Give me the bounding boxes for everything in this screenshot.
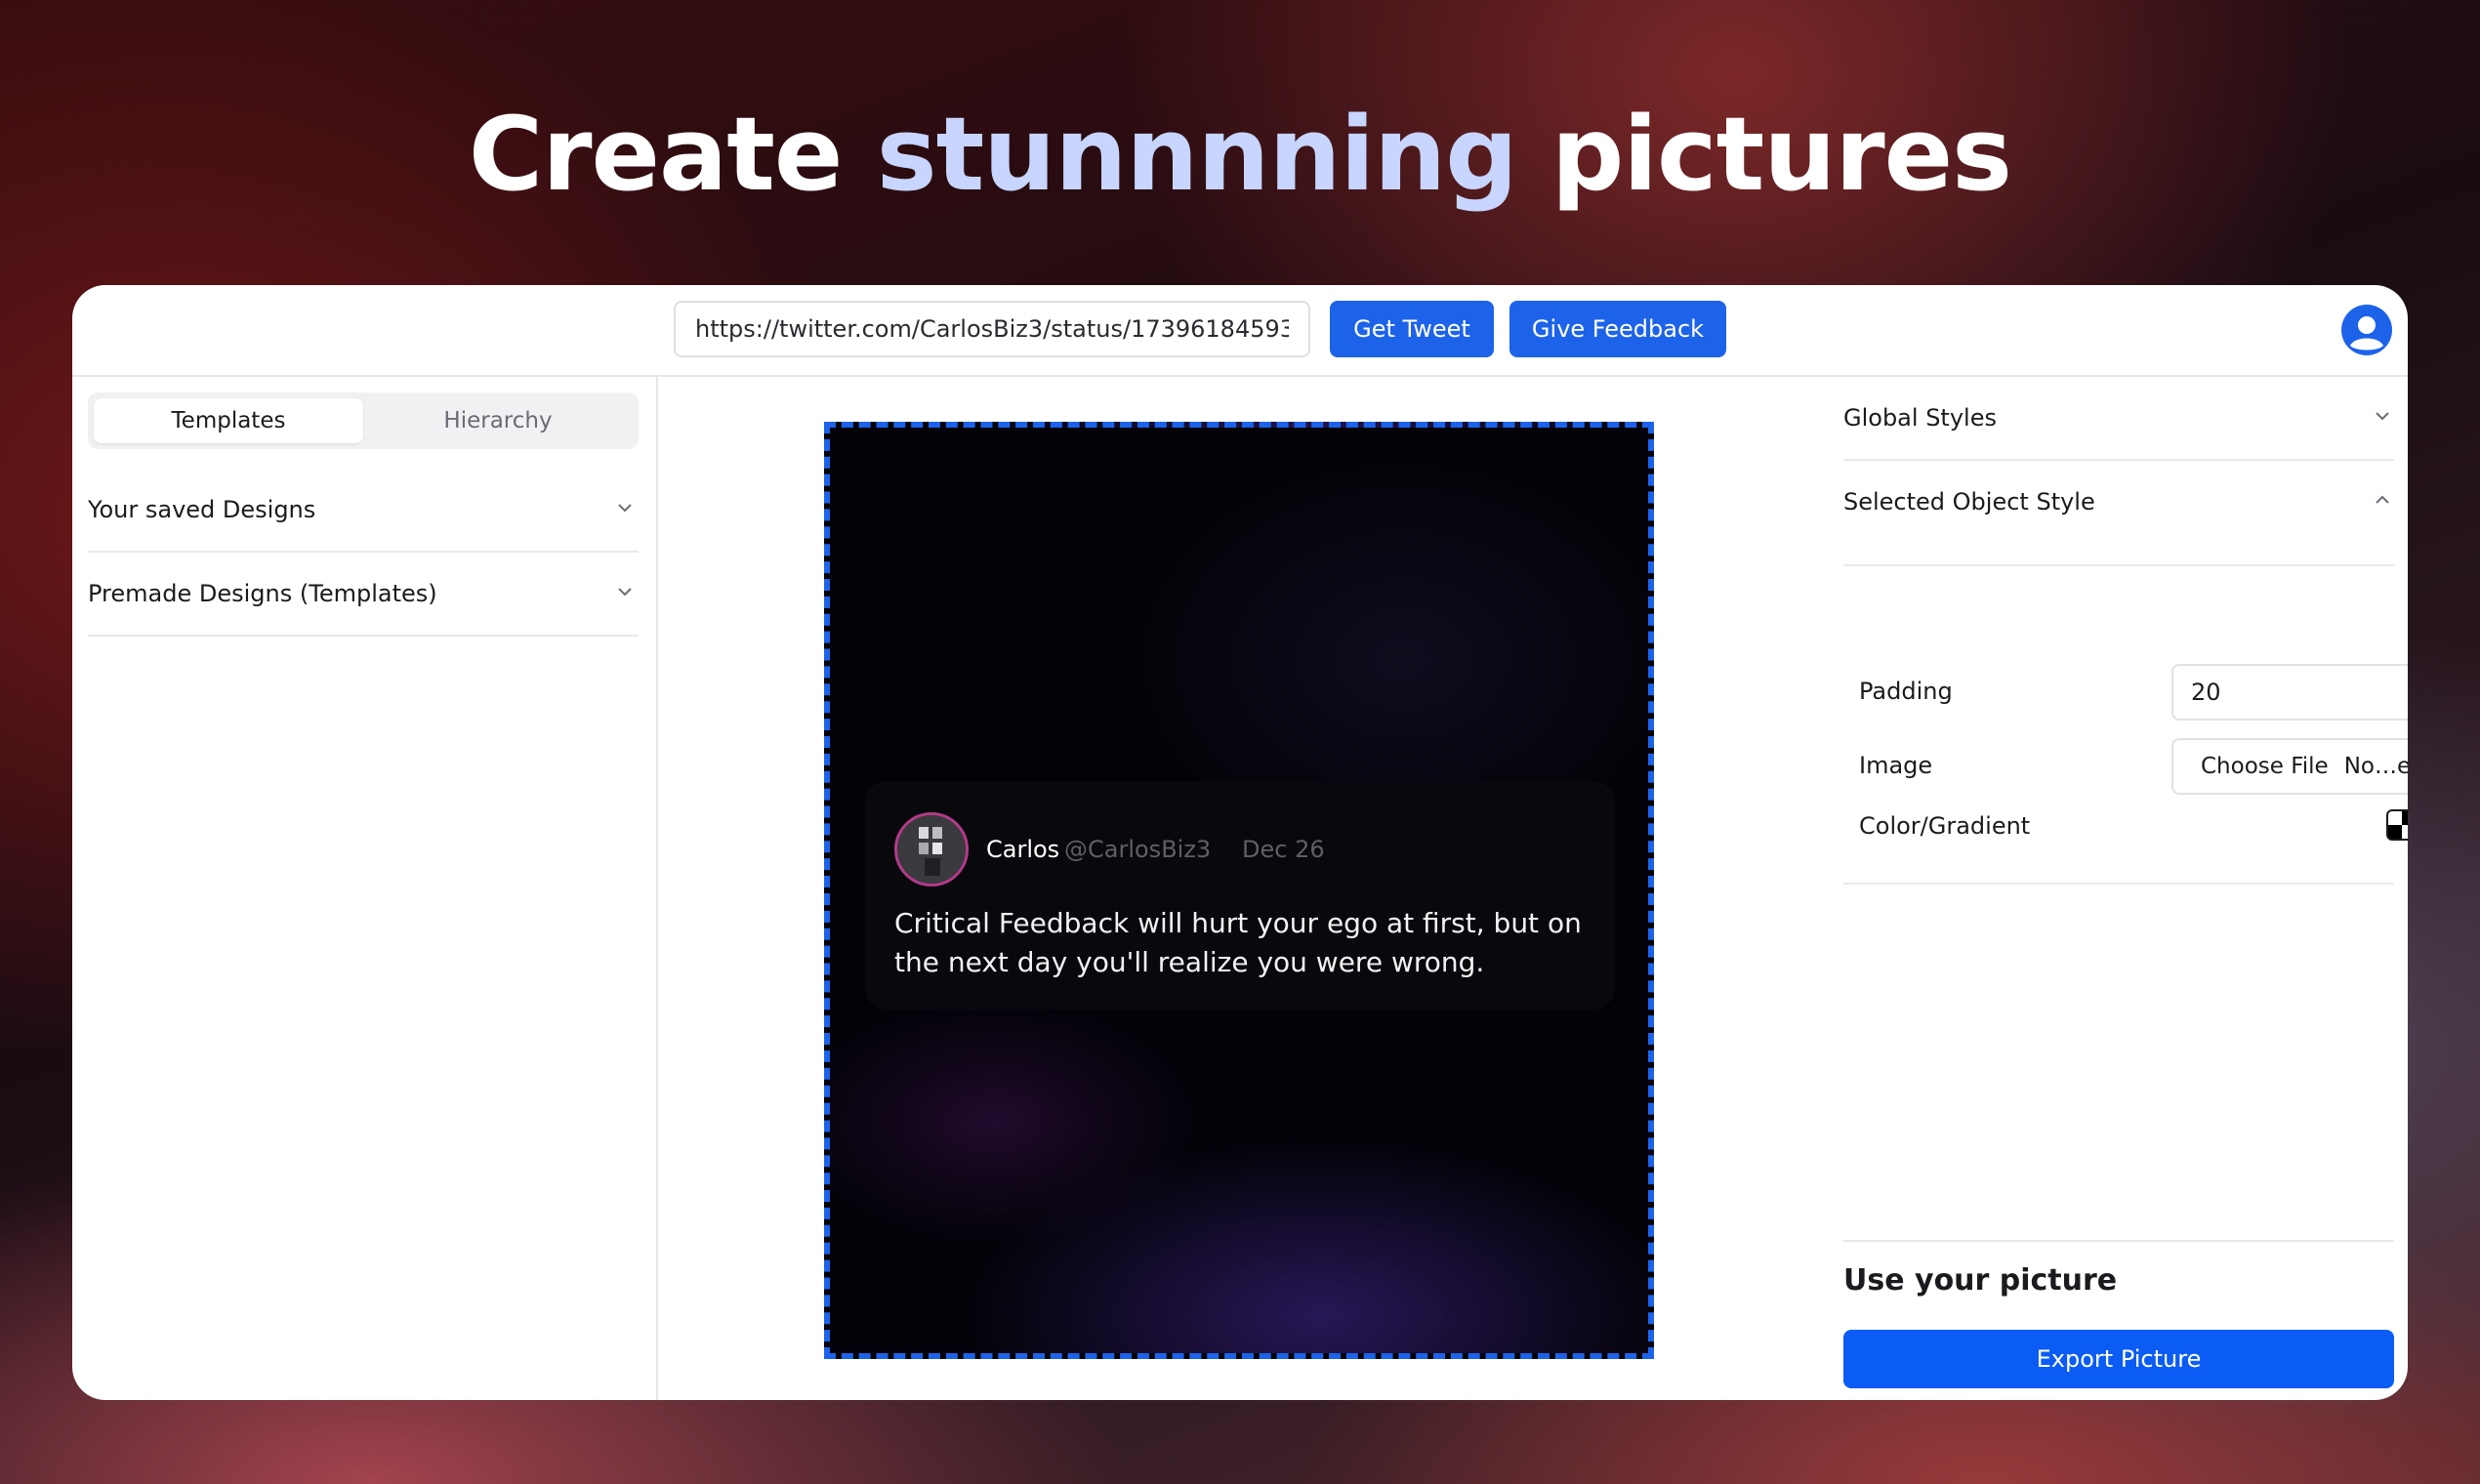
padding-input[interactable] (2171, 664, 2408, 721)
tweet-text: Critical Feedback will hurt your ego at … (894, 907, 1582, 978)
top-bar: Get Tweet Give Feedback (72, 285, 2408, 377)
hero-title: Create stunnnning pictures (0, 96, 2480, 213)
tweet-card[interactable]: Carlos @CarlosBiz3 Dec 26 Critical Feedb… (865, 781, 1615, 1010)
user-circle-icon[interactable] (2341, 305, 2392, 355)
accordion-saved-designs[interactable]: Your saved Designs (88, 469, 639, 553)
section-divider-bottom (1843, 1240, 2394, 1242)
tweet-url-input[interactable] (674, 301, 1310, 357)
chevron-down-icon (618, 588, 632, 597)
tweet-date: Dec 26 (1242, 836, 1325, 863)
accordion-label: Global Styles (1843, 404, 1997, 432)
no-file-text: No…en (2343, 754, 2408, 779)
accordion-premade-designs[interactable]: Premade Designs (Templates) (88, 553, 639, 637)
right-panel: Global Styles Selected Object Style Padd… (1828, 377, 2408, 1400)
accordion-global-styles[interactable]: Global Styles (1843, 377, 2394, 461)
hero-accent: stunnnning (876, 95, 1518, 214)
image-label: Image (1859, 752, 1933, 779)
get-tweet-button[interactable]: Get Tweet (1330, 301, 1494, 357)
tweet-avatar (894, 812, 969, 886)
hero-prefix: Create (468, 95, 844, 214)
accordion-label: Selected Object Style (1843, 488, 2095, 515)
chevron-up-icon (2376, 495, 2389, 504)
tweet-author-name: Carlos (986, 836, 1060, 863)
choose-file-button[interactable]: Choose File (2201, 754, 2329, 779)
hero-suffix: pictures (1550, 95, 2012, 214)
spacer-line (1843, 564, 2394, 566)
selected-design-frame[interactable]: Carlos @CarlosBiz3 Dec 26 Critical Feedb… (824, 422, 1654, 1359)
accordion-label: Your saved Designs (88, 496, 316, 523)
use-picture-heading: Use your picture (1843, 1263, 2118, 1298)
tweet-author-handle: @CarlosBiz3 (1064, 836, 1212, 863)
canvas-area: Carlos @CarlosBiz3 Dec 26 Critical Feedb… (658, 377, 1826, 1400)
padding-label: Padding (1859, 678, 1953, 705)
accordion-label: Premade Designs (Templates) (88, 580, 437, 607)
tab-hierarchy[interactable]: Hierarchy (363, 398, 633, 443)
app-window: Get Tweet Give Feedback Templates Hierar… (72, 285, 2408, 1400)
give-feedback-button[interactable]: Give Feedback (1509, 301, 1726, 357)
avatar-photo-icon (897, 815, 966, 884)
accordion-selected-object-style[interactable]: Selected Object Style (1843, 461, 2394, 543)
color-gradient-swatch[interactable] (2386, 809, 2408, 841)
panel-tab-switcher: Templates Hierarchy (88, 392, 639, 449)
tab-templates[interactable]: Templates (94, 398, 363, 443)
left-panel: Templates Hierarchy Your saved Designs P… (72, 377, 658, 1400)
chevron-down-icon (618, 504, 632, 513)
export-picture-button[interactable]: Export Picture (1843, 1330, 2394, 1388)
image-file-input[interactable]: Choose File No…en (2171, 738, 2408, 795)
section-divider (1843, 883, 2394, 885)
color-gradient-label: Color/Gradient (1859, 812, 2031, 840)
chevron-down-icon (2376, 412, 2389, 421)
